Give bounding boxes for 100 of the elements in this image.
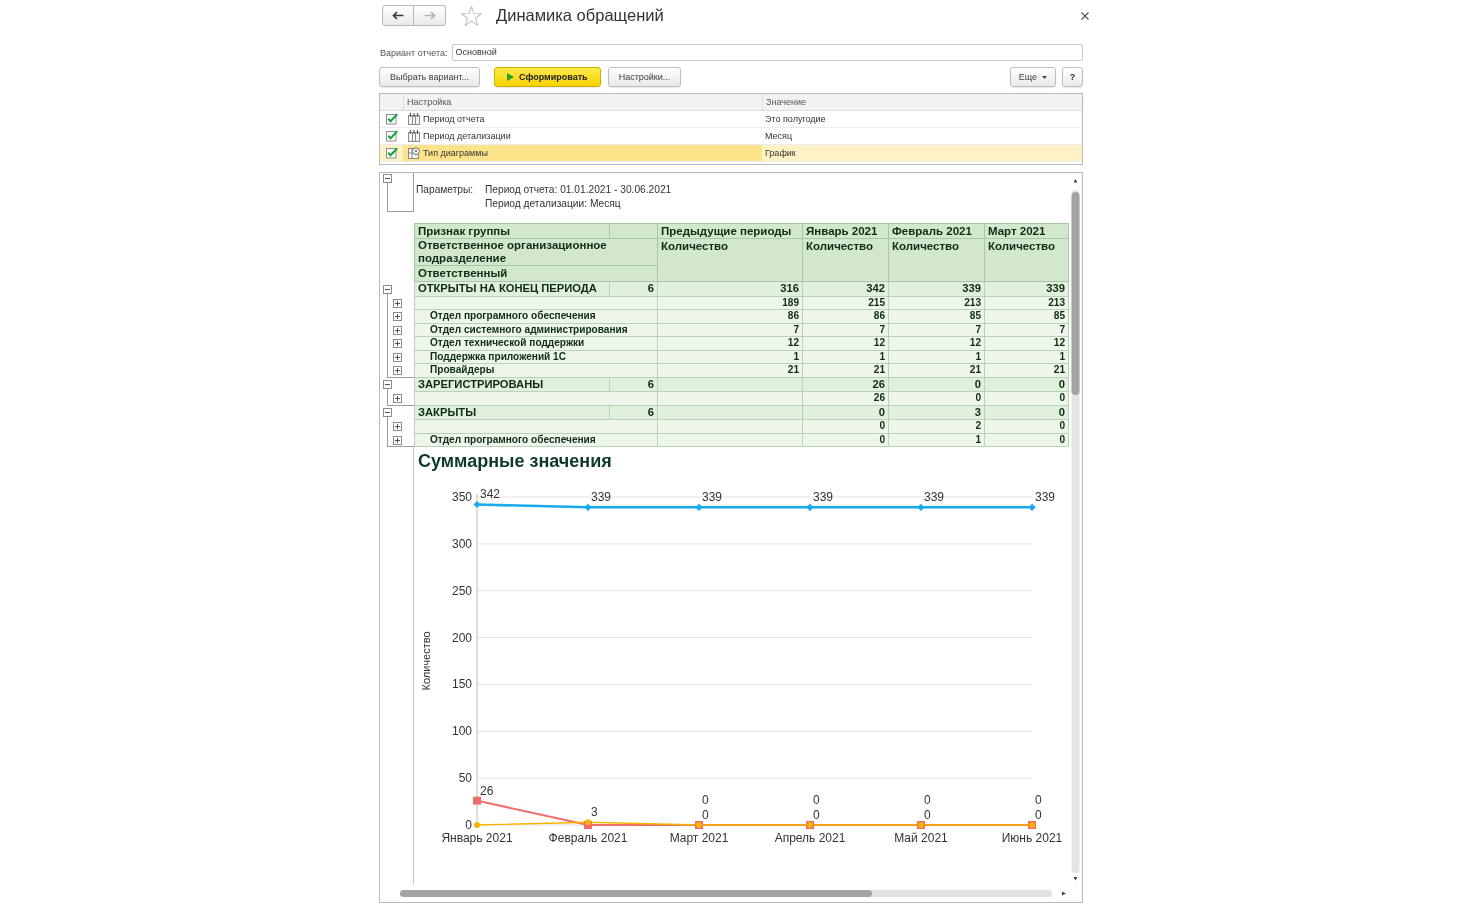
data-label: 0: [702, 808, 709, 822]
checkbox[interactable]: [385, 113, 398, 125]
row-label: Провайдеры: [414, 364, 658, 378]
checkbox[interactable]: [385, 130, 398, 142]
table-cell: 12: [889, 337, 985, 351]
data-label: 339: [1035, 490, 1056, 505]
column-header: Февраль 2021: [889, 223, 985, 239]
help-button[interactable]: ?: [1062, 67, 1083, 87]
chart-point: [806, 821, 814, 829]
chart-point: [1028, 821, 1036, 829]
settings-row[interactable]: Период отчета Это полугодие: [380, 111, 1082, 128]
chart-point: [695, 503, 703, 511]
table-cell: 339: [889, 282, 985, 297]
chart-point: [695, 821, 703, 829]
left-arrow-icon: [392, 11, 404, 20]
collapse-icon[interactable]: [383, 174, 392, 183]
table-cell: 0: [889, 392, 985, 406]
row-label: Отдел програмного обеспечения: [414, 310, 658, 324]
axis-tick-label: 300: [451, 536, 472, 551]
data-label: 0: [924, 793, 931, 807]
expand-icon[interactable]: [393, 339, 402, 349]
chart-point: [584, 503, 592, 511]
calendar-icon: [408, 130, 420, 142]
toolbar-button[interactable]: Выбрать вариант...: [379, 67, 481, 87]
chart-point: [917, 503, 925, 511]
column-header: Январь 2021: [803, 223, 889, 239]
horizontal-scrollbar[interactable]: [400, 889, 1068, 898]
table-cell: 316: [658, 282, 803, 297]
axis-category-label: Январь 2021: [441, 831, 513, 845]
column-header: Март 2021: [985, 223, 1069, 239]
toolbar-button[interactable]: Настройки...: [607, 67, 682, 87]
axis-tick-label: 200: [451, 630, 472, 645]
expand-icon[interactable]: [393, 312, 402, 322]
setting-value: Месяц: [764, 130, 794, 143]
expand-icon[interactable]: [393, 298, 402, 308]
close-icon[interactable]: [1081, 11, 1089, 20]
table-cell: 21: [889, 364, 985, 378]
field-label: Вариант отчета:: [379, 46, 449, 59]
table-cell: 21: [658, 364, 803, 378]
column-header: Ответственное организационное подразделение: [414, 239, 658, 266]
data-label: 0: [1035, 808, 1042, 822]
data-label: 0: [1035, 793, 1042, 807]
grid-circle-icon: [408, 147, 420, 159]
setting-value: Это полугодие: [764, 113, 827, 126]
row-label: Отдел технической поддержки: [414, 337, 658, 351]
axis-category-label: Февраль 2021: [548, 831, 628, 845]
column-header[interactable]: Настройка: [403, 94, 762, 110]
data-label: 339: [702, 490, 723, 505]
table-cell: 342: [803, 282, 889, 297]
table-cell: 0: [985, 420, 1069, 434]
axis-tick-label: 100: [451, 724, 472, 739]
setting-name: Период детализации: [423, 130, 511, 142]
column-header: Количество: [803, 239, 889, 282]
variant-field[interactable]: Основной: [451, 44, 1083, 61]
chart-point: [474, 822, 480, 828]
expand-icon[interactable]: [393, 394, 402, 404]
column-header[interactable]: Значение: [762, 94, 1082, 110]
chart-point: [473, 796, 481, 805]
back-button[interactable]: [382, 5, 414, 26]
expand-icon[interactable]: [393, 435, 402, 445]
column-header: Ответственный: [414, 266, 658, 282]
setting-name: Период отчета: [423, 113, 485, 125]
expand-icon[interactable]: [393, 352, 402, 362]
expand-icon[interactable]: [393, 325, 402, 335]
column-header: Количество: [985, 239, 1069, 282]
data-label: 0: [813, 793, 820, 807]
chart-point: [806, 503, 814, 511]
table-cell: 21: [803, 364, 889, 378]
table-cell: 0: [985, 392, 1069, 406]
collapse-icon[interactable]: [383, 284, 392, 294]
generate-button[interactable]: Сформировать: [494, 67, 601, 87]
table-cell: 85: [889, 310, 985, 324]
expand-icon[interactable]: [393, 366, 402, 376]
table-cell: 12: [803, 337, 889, 351]
column-header: Предыдущие периоды: [658, 223, 803, 239]
play-icon: [507, 73, 515, 81]
table-cell: 2: [889, 420, 985, 434]
collapse-icon[interactable]: [383, 408, 392, 418]
data-label: 339: [813, 490, 834, 505]
table-cell: 86: [803, 310, 889, 324]
collapse-icon[interactable]: [383, 380, 392, 390]
parameters-label: Параметры:: [416, 183, 475, 197]
table-cell: 0: [803, 420, 889, 434]
expand-icon[interactable]: [393, 422, 402, 432]
axis-tick-label: 0: [465, 818, 472, 832]
axis-category-label: Июнь 2021: [1001, 831, 1063, 845]
star-icon[interactable]: [461, 5, 482, 26]
column-header: Количество: [658, 239, 803, 282]
table-cell: 86: [658, 310, 803, 324]
data-label: 0: [924, 808, 931, 822]
parameter-text: Период отчета: 01.01.2021 - 30.06.2021: [485, 183, 672, 197]
table-cell: 12: [658, 337, 803, 351]
chart-point: [917, 821, 925, 829]
data-label: 26: [480, 783, 494, 798]
checkbox[interactable]: [385, 147, 398, 159]
caret-icon: [1042, 75, 1047, 79]
table-cell: 85: [985, 310, 1069, 324]
column-header: Признак группы: [414, 223, 610, 239]
more-menu-button[interactable]: Еще: [1009, 67, 1056, 87]
settings-row[interactable]: Тип диаграммы График: [380, 145, 1082, 162]
